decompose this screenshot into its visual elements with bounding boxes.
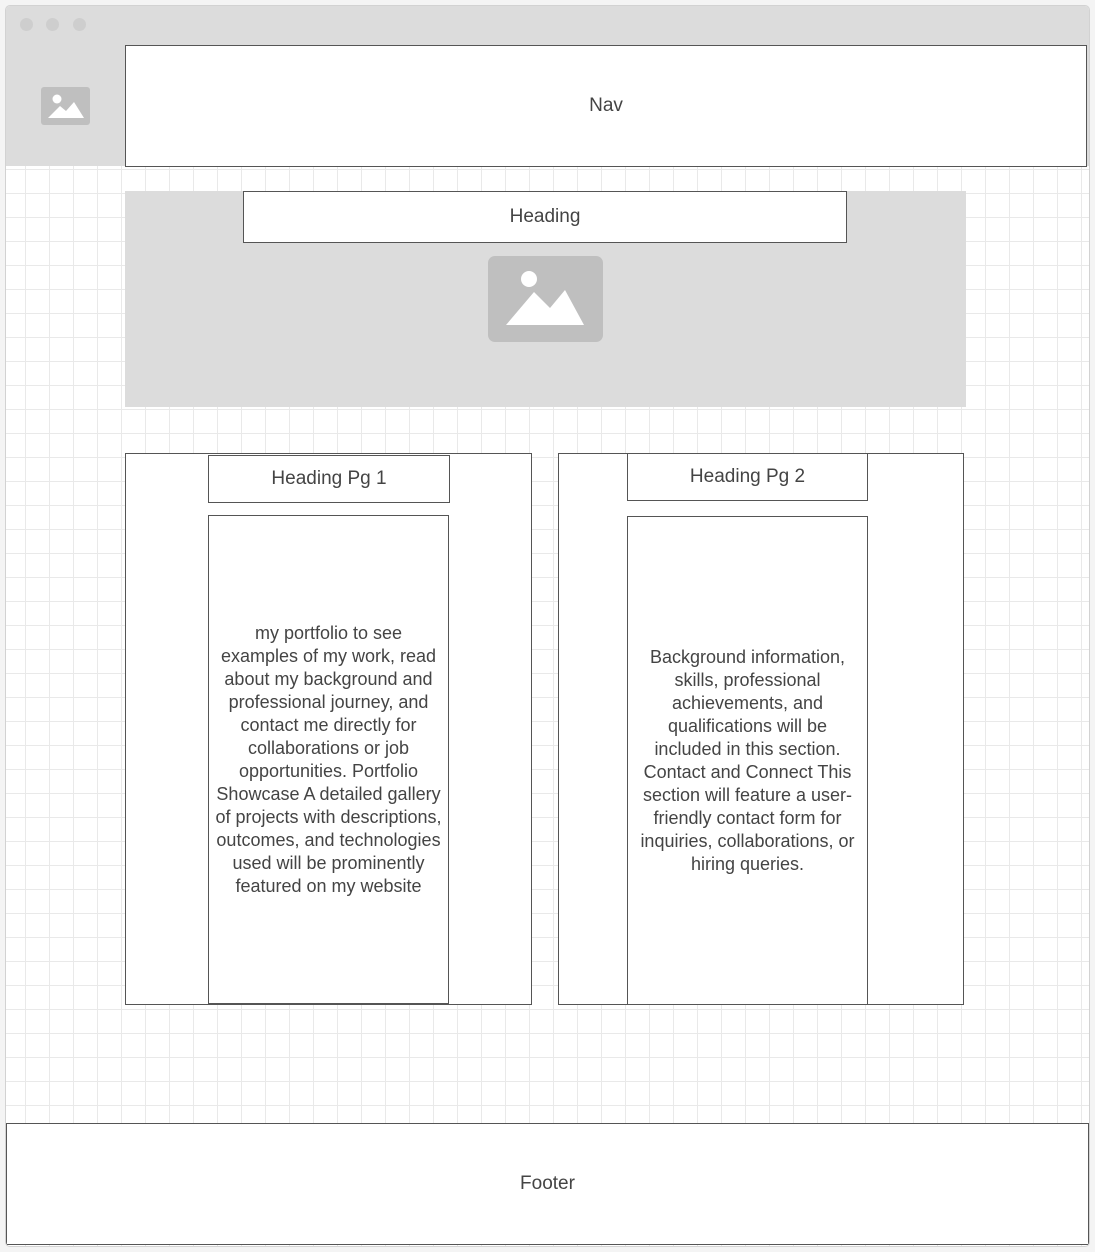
hero-heading: Heading: [243, 191, 847, 243]
card-1-heading: Heading Pg 1: [208, 455, 450, 503]
window-maximize-dot[interactable]: [73, 18, 86, 31]
logo-image-placeholder-icon: [41, 87, 90, 125]
card-1-body: my portfolio to see examples of my work,…: [208, 515, 449, 1004]
card-2-body-text: Background information, skills, professi…: [640, 646, 855, 874]
browser-window: Nav Heading Heading Pg 1 my portfolio to…: [5, 5, 1090, 1247]
footer: Footer: [6, 1123, 1089, 1245]
card-2-heading-text: Heading Pg 2: [689, 466, 806, 487]
nav-label: Nav: [589, 95, 623, 116]
card-1-body-text: my portfolio to see examples of my work,…: [215, 622, 442, 896]
hero-image-placeholder-icon: [488, 256, 603, 342]
window-minimize-dot[interactable]: [46, 18, 59, 31]
card-2-heading: Heading Pg 2: [627, 453, 868, 501]
card-1-heading-text: Heading Pg 1: [271, 468, 387, 489]
window-close-dot[interactable]: [20, 18, 33, 31]
footer-label: Footer: [520, 1173, 575, 1194]
nav-bar[interactable]: Nav: [125, 45, 1087, 167]
card-2-body: Background information, skills, professi…: [627, 516, 868, 1005]
window-titlebar: [6, 6, 1089, 44]
hero-heading-text: Heading: [509, 206, 581, 227]
